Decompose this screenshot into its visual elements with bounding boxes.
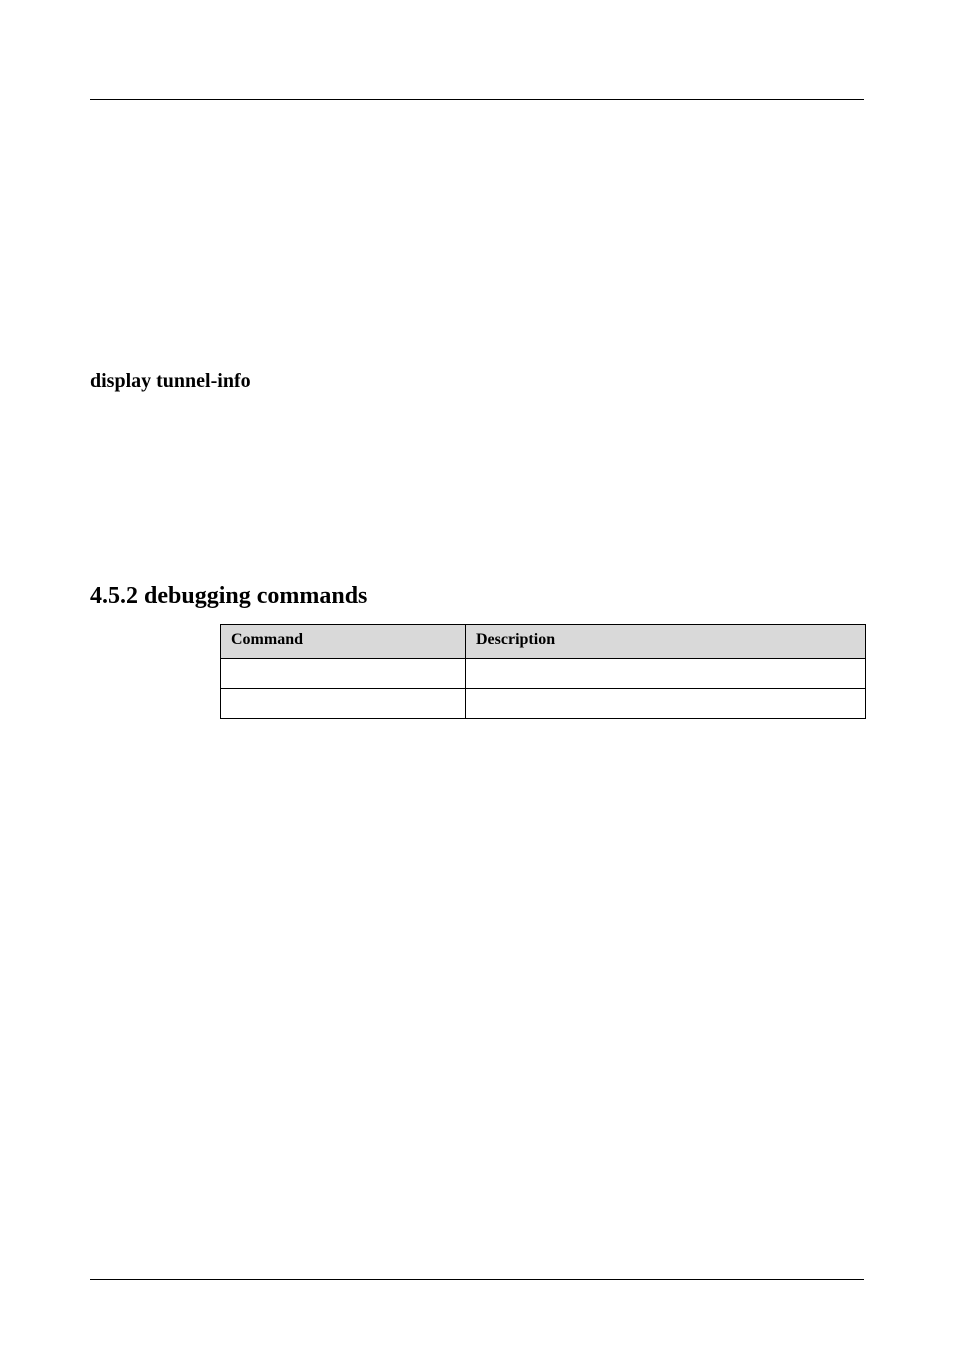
table-cell-command — [221, 689, 466, 719]
command-heading-display-tunnel-info: display tunnel-info — [90, 370, 864, 393]
section-heading: 4.5.2 debugging commands — [90, 583, 864, 610]
debugging-commands-table-wrap: Command Description — [220, 624, 864, 719]
debugging-commands-table: Command Description — [220, 624, 866, 719]
table-header-description: Description — [466, 625, 866, 659]
table-header-row: Command Description — [221, 625, 866, 659]
table-cell-description — [466, 659, 866, 689]
page-header-rule — [90, 0, 864, 100]
table-header-command: Command — [221, 625, 466, 659]
table-row — [221, 689, 866, 719]
page-footer-rule — [90, 1279, 864, 1280]
table-cell-description — [466, 689, 866, 719]
table-cell-command — [221, 659, 466, 689]
table-row — [221, 659, 866, 689]
